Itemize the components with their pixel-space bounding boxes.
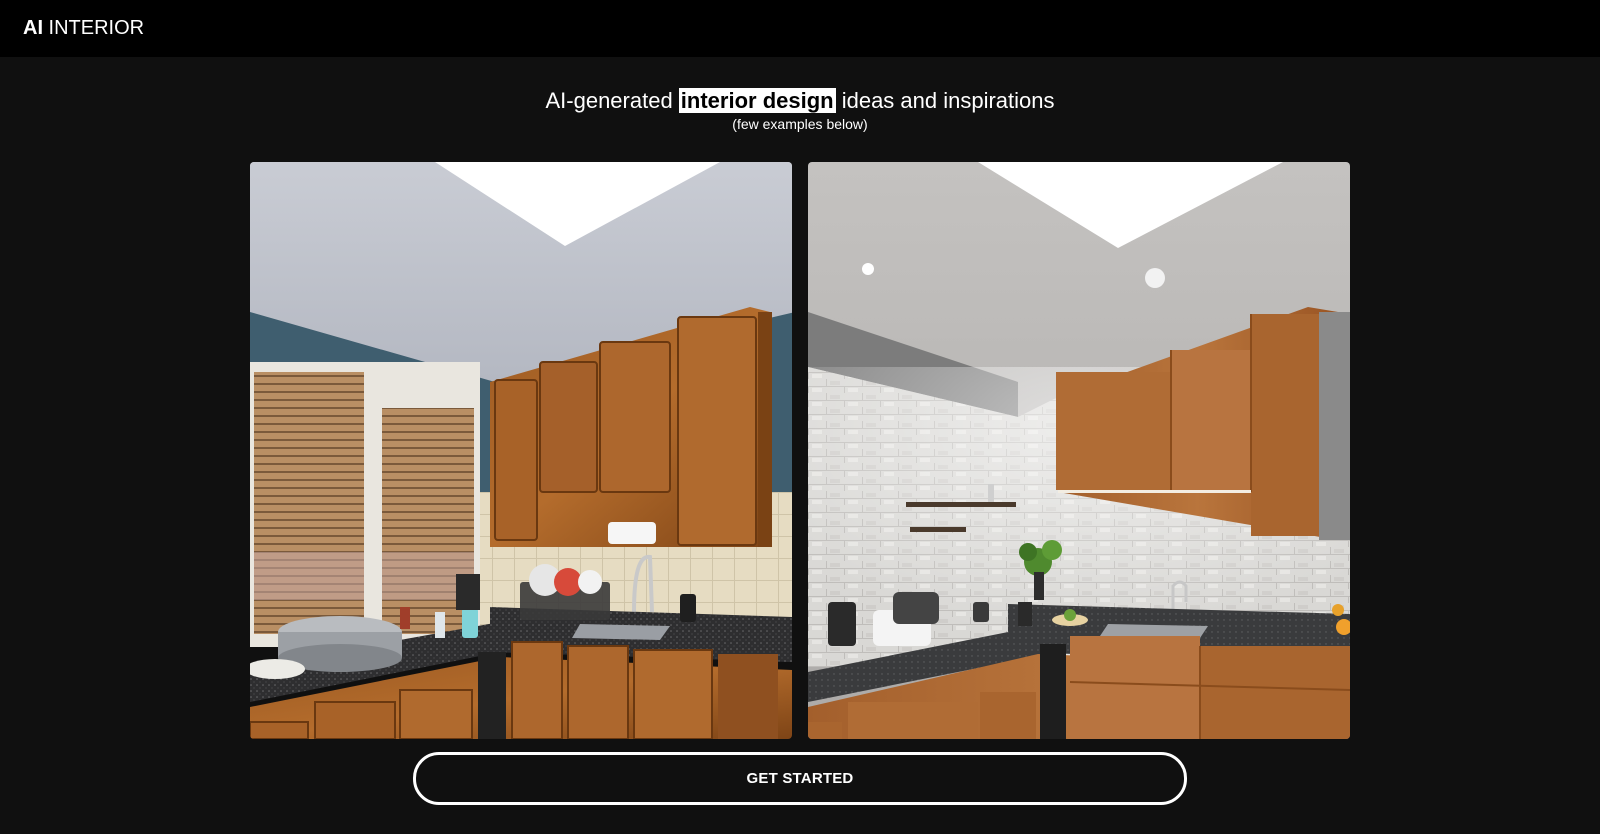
logo-bold-text: AI [23,17,43,39]
title-highlight: interior design [678,88,836,113]
logo-text: INTERIOR [43,17,145,39]
top-navigation-bar: AI INTERIOR [0,0,1600,57]
site-logo[interactable]: AI INTERIOR [23,16,144,40]
kitchen-before-photo [250,162,792,739]
kitchen-after-photo [808,162,1350,739]
page-subtitle: (few examples below) [732,116,868,132]
page-title: AI-generated interior design ideas and i… [0,85,1600,117]
title-prefix: AI-generated [545,88,679,113]
title-suffix: ideas and inspirations [835,88,1055,113]
get-started-button[interactable]: GET STARTED [413,752,1187,805]
